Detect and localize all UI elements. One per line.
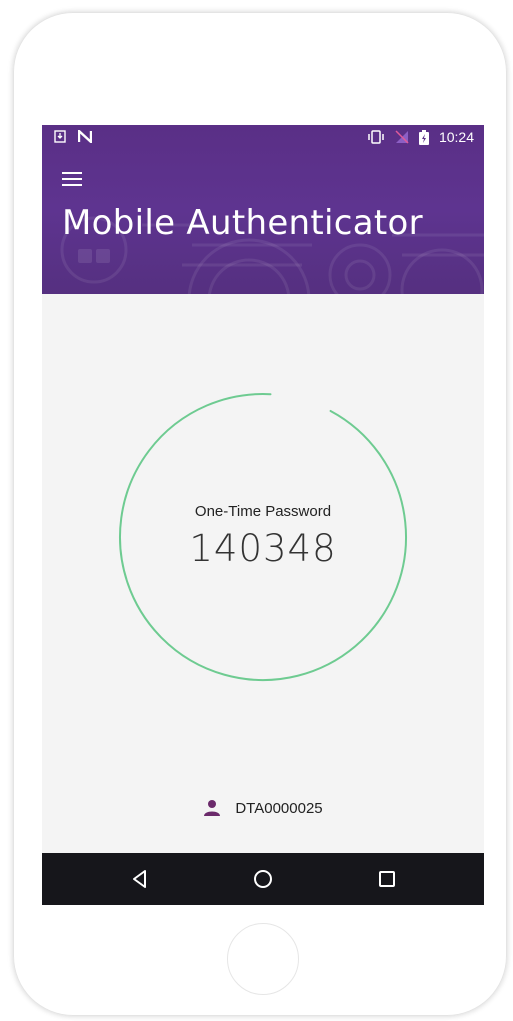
otp-label: One-Time Password [194, 503, 332, 520]
system-navigation-bar [42, 853, 484, 905]
home-circle-icon[interactable] [251, 867, 275, 891]
person-icon [204, 800, 221, 816]
user-id: DTA0000025 [235, 799, 323, 817]
hardware-home-button[interactable] [227, 923, 299, 995]
app-screen: 10:24 Mobile Authenticator One-Time Pass… [42, 125, 484, 905]
back-triangle-icon[interactable] [128, 867, 152, 891]
otp-code[interactable]: 140348 [42, 527, 484, 570]
recents-square-icon[interactable] [375, 867, 399, 891]
user-row: DTA0000025 [42, 799, 484, 817]
